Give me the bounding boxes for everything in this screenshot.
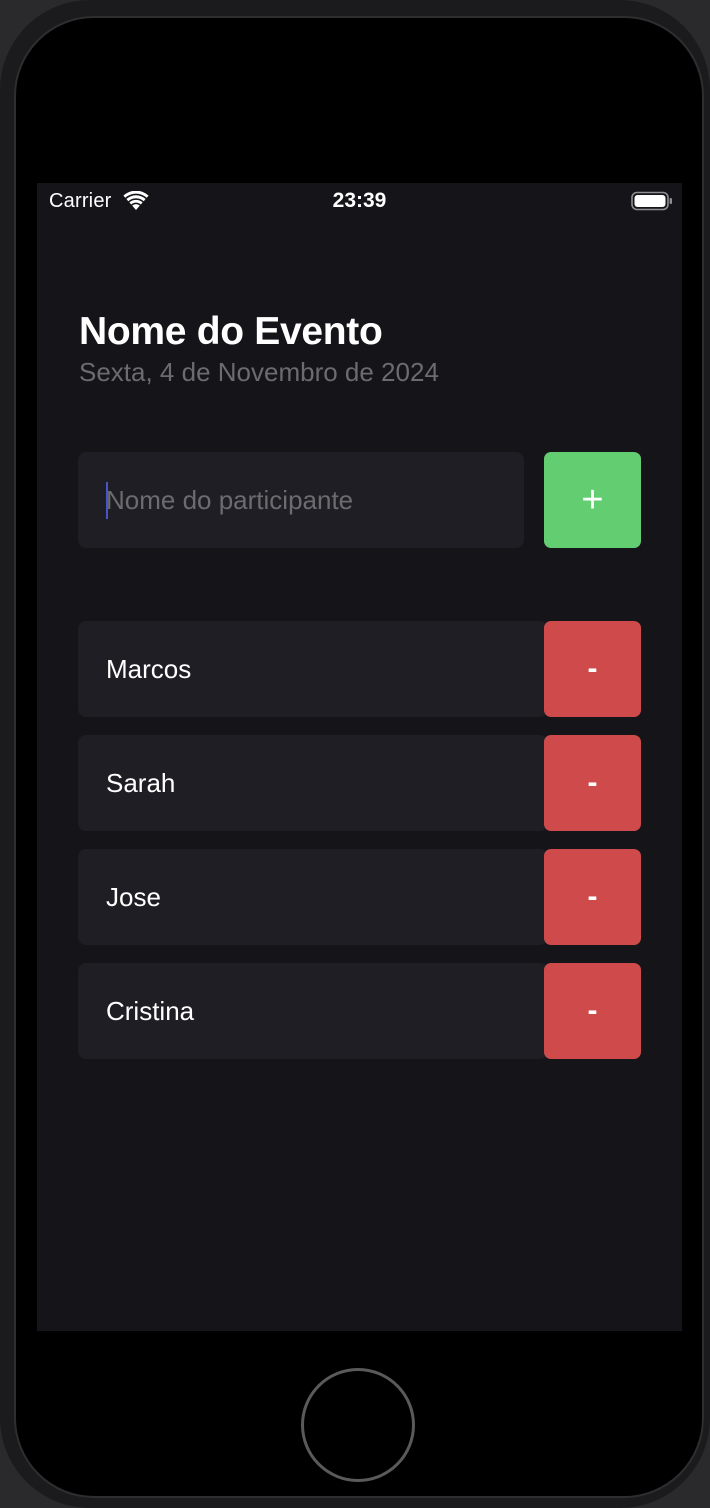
participant-name: Cristina (106, 996, 195, 1026)
remove-participant-button[interactable]: - (544, 621, 641, 717)
list-item: Jose - (78, 849, 641, 945)
device-frame: Carrier 23:39 Nome do Evento Sexta, 4 de… (0, 0, 710, 1508)
add-participant-button[interactable]: + (544, 452, 641, 548)
event-title: Nome do Evento (79, 310, 383, 353)
app-screen: Carrier 23:39 Nome do Evento Sexta, 4 de… (37, 183, 682, 1331)
remove-participant-button[interactable]: - (544, 963, 641, 1059)
event-date: Sexta, 4 de Novembro de 2024 (79, 357, 439, 387)
list-item: Marcos - (78, 621, 641, 717)
participant-name: Sarah (106, 768, 176, 798)
remove-participant-button[interactable]: - (544, 735, 641, 831)
status-bar: Carrier 23:39 (37, 183, 682, 219)
status-time: 23:39 (332, 189, 387, 212)
participant-input-container[interactable] (78, 452, 524, 548)
home-button[interactable] (301, 1368, 415, 1482)
participant-name: Marcos (106, 654, 192, 684)
participant-name-input[interactable] (106, 452, 506, 548)
list-item: Cristina - (78, 963, 641, 1059)
participant-list: Marcos - Sarah - Jose - Cristina - (78, 621, 641, 1077)
battery-icon (631, 191, 673, 211)
list-item: Sarah - (78, 735, 641, 831)
participant-name: Jose (106, 882, 161, 912)
remove-participant-button[interactable]: - (544, 849, 641, 945)
